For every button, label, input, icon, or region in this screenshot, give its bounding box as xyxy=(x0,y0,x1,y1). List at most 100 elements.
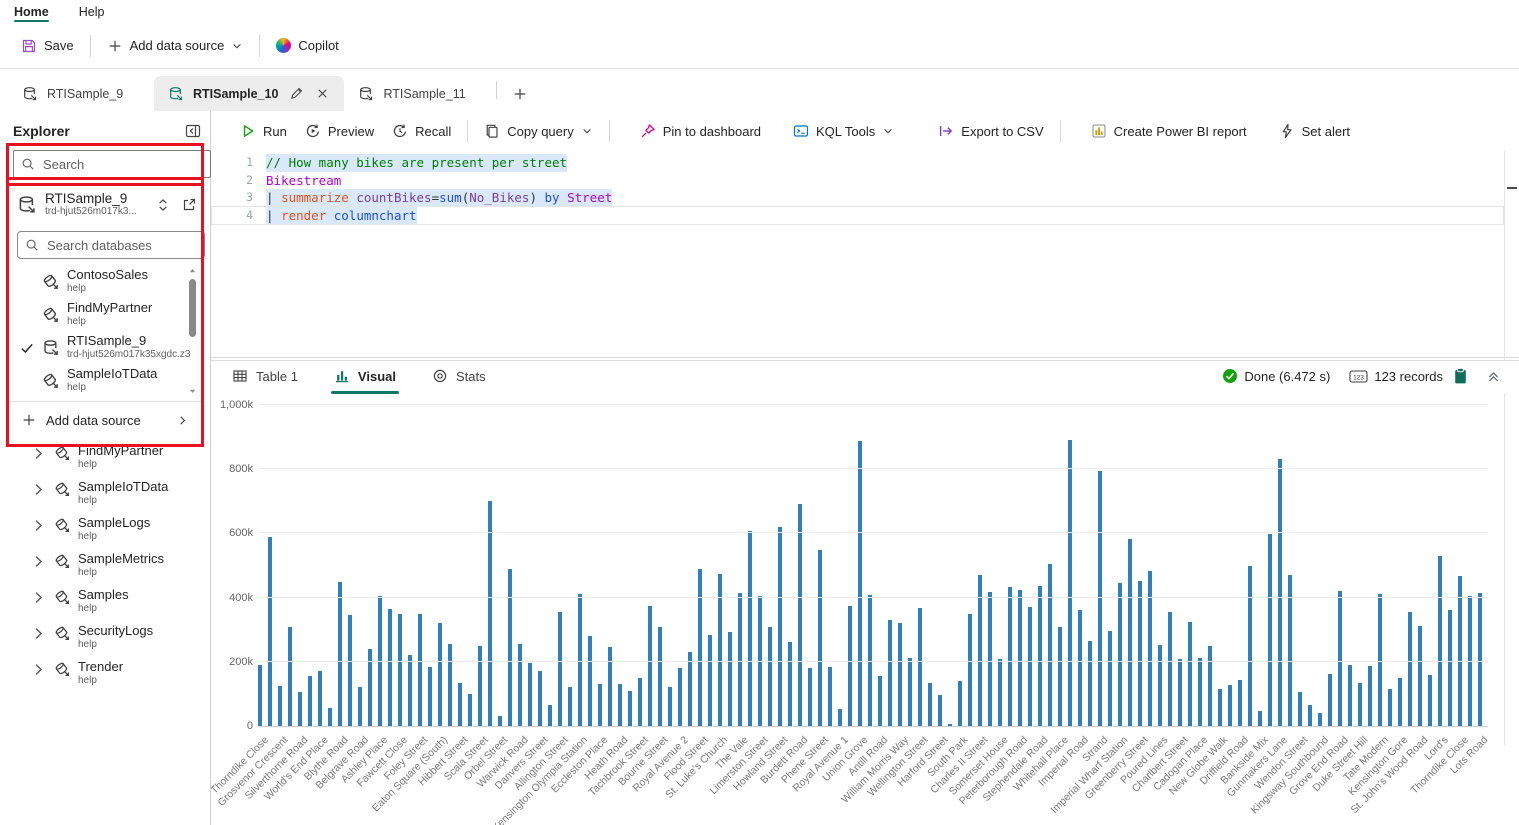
sidebar-item-trender[interactable]: Trender help xyxy=(0,657,210,693)
database-list: ContosoSales help FindMyPartner help RTISamp… xyxy=(9,265,201,397)
bar xyxy=(658,626,662,726)
set-alert-button[interactable]: Set alert xyxy=(1270,118,1359,144)
bar xyxy=(1248,565,1252,726)
database-icon xyxy=(54,625,71,642)
database-icon xyxy=(54,589,71,606)
clipboard-icon[interactable] xyxy=(1452,367,1469,385)
explorer-search-box[interactable] xyxy=(13,150,211,178)
sidebar-item-sampleiotdata[interactable]: SampleIoTData help xyxy=(0,477,210,513)
bar xyxy=(1438,555,1442,726)
sidebar-item-samples[interactable]: Samples help xyxy=(0,585,210,621)
tree-item-subtitle: help xyxy=(78,530,97,542)
database-list-item[interactable]: FindMyPartner help xyxy=(9,298,201,331)
bar xyxy=(428,666,432,726)
run-button[interactable]: Run xyxy=(231,118,296,144)
bar xyxy=(828,666,832,726)
database-icon xyxy=(22,86,38,102)
bar xyxy=(288,626,292,726)
add-data-source-button[interactable]: Add data source xyxy=(98,32,253,60)
query-tabs: RTISample_9 RTISample_10 RTISample_11 xyxy=(8,76,490,111)
database-icon xyxy=(168,86,184,102)
database-name: RTISample_9 xyxy=(67,332,147,348)
database-icon xyxy=(42,339,60,357)
close-tab-icon[interactable] xyxy=(315,86,330,101)
database-list-item[interactable]: ContosoSales help xyxy=(9,265,201,298)
tab-rtisample_10[interactable]: RTISample_10 xyxy=(154,76,345,111)
bar xyxy=(1228,685,1232,726)
preview-button[interactable]: Preview xyxy=(296,118,383,144)
bar xyxy=(438,623,442,726)
tree-item-name: SampleIoTData xyxy=(78,479,169,494)
bar xyxy=(808,668,812,726)
database-list-item[interactable]: RTISample_9 trd-hjut526m017k35xgdc.z3 xyxy=(9,331,201,364)
tab-visual[interactable]: Visual xyxy=(330,358,400,394)
pin-to-dashboard-button[interactable]: Pin to dashboard xyxy=(631,118,770,144)
bar xyxy=(1268,533,1272,726)
sidebar-item-samplelogs[interactable]: SampleLogs help xyxy=(0,513,210,549)
bar xyxy=(408,655,412,726)
menu-home[interactable]: Home xyxy=(14,0,49,23)
bar xyxy=(1448,610,1452,726)
pin-label: Pin to dashboard xyxy=(662,123,762,139)
bar xyxy=(1328,673,1332,726)
tree-item-subtitle: help xyxy=(78,638,97,650)
database-icon xyxy=(54,661,71,678)
bar xyxy=(898,622,902,726)
scroll-up-icon[interactable] xyxy=(187,265,198,276)
add-data-source-item[interactable]: Add data source xyxy=(9,405,201,435)
expand-chevron-icon xyxy=(30,661,47,678)
database-list-item[interactable]: SampleIoTData help xyxy=(9,364,201,397)
bar xyxy=(348,615,352,726)
code-token: No_Bikes xyxy=(469,189,530,207)
kql-code-editor[interactable]: 1 // How many bikes are present per stree… xyxy=(211,151,1519,361)
kql-queryset-app: { "menu": {"items": [{"label": "Home", "… xyxy=(0,0,1519,825)
explorer-search-input[interactable] xyxy=(41,155,203,173)
tab-rtisample_11[interactable]: RTISample_11 xyxy=(344,76,490,111)
new-tab-button[interactable] xyxy=(503,76,537,111)
bar xyxy=(498,716,502,726)
toolbar-divider xyxy=(467,120,469,142)
scroll-down-icon[interactable] xyxy=(187,386,198,397)
tab-table-1[interactable]: Table 1 xyxy=(229,358,301,394)
collapse-panel-icon[interactable] xyxy=(185,123,201,139)
code-token: Bikestream xyxy=(266,172,342,188)
code-token: by xyxy=(544,189,560,207)
database-search-box[interactable] xyxy=(17,231,205,259)
copilot-button[interactable]: Copilot xyxy=(267,32,347,59)
scrollbar-thumb[interactable] xyxy=(189,279,196,337)
create-power-bi-label: Create Power BI report xyxy=(1113,123,1247,139)
bar xyxy=(1178,659,1182,726)
create-power-bi-report-button[interactable]: Create Power BI report xyxy=(1082,118,1256,144)
tab-rtisample_9[interactable]: RTISample_9 xyxy=(8,76,154,111)
sidebar-item-samplemetrics[interactable]: SampleMetrics help xyxy=(0,549,210,585)
recall-button[interactable]: Recall xyxy=(383,118,460,144)
selected-check-icon xyxy=(19,340,35,356)
bar xyxy=(518,644,522,726)
collapse-results-icon[interactable] xyxy=(1486,369,1501,384)
database-search-input[interactable] xyxy=(45,236,197,254)
open-in-new-window-icon[interactable] xyxy=(181,197,197,213)
bar xyxy=(1408,611,1412,726)
expand-chevron-icon xyxy=(30,553,47,570)
database-item-text: SampleIoTData help xyxy=(67,366,157,394)
sidebar-item-findmypartner[interactable]: FindMyPartner help xyxy=(0,441,210,477)
bar xyxy=(1278,458,1282,726)
bar xyxy=(1358,682,1362,726)
sidebar-item-securitylogs[interactable]: SecurityLogs help xyxy=(0,621,210,657)
chart-scrollbar[interactable] xyxy=(1504,393,1519,745)
bar xyxy=(928,682,932,726)
database-list-scrollbar[interactable] xyxy=(187,265,198,397)
bar xyxy=(338,581,342,726)
selected-database-row[interactable]: RTISample_9 trd-hjut526m017k3... xyxy=(17,185,197,225)
kql-tools-button[interactable]: KQL Tools xyxy=(784,118,903,144)
switch-database-icon[interactable] xyxy=(155,197,171,213)
bar xyxy=(1218,689,1222,726)
save-button[interactable]: Save xyxy=(12,32,83,60)
bar xyxy=(798,503,802,726)
copy-query-button[interactable]: Copy query xyxy=(475,118,601,144)
menu-help[interactable]: Help xyxy=(79,0,105,23)
tab-stats[interactable]: Stats xyxy=(429,358,489,394)
rename-tab-icon[interactable] xyxy=(289,86,304,101)
export-csv-button[interactable]: Export to CSV xyxy=(929,118,1052,144)
tree-item-text: SampleLogs help xyxy=(78,515,150,543)
